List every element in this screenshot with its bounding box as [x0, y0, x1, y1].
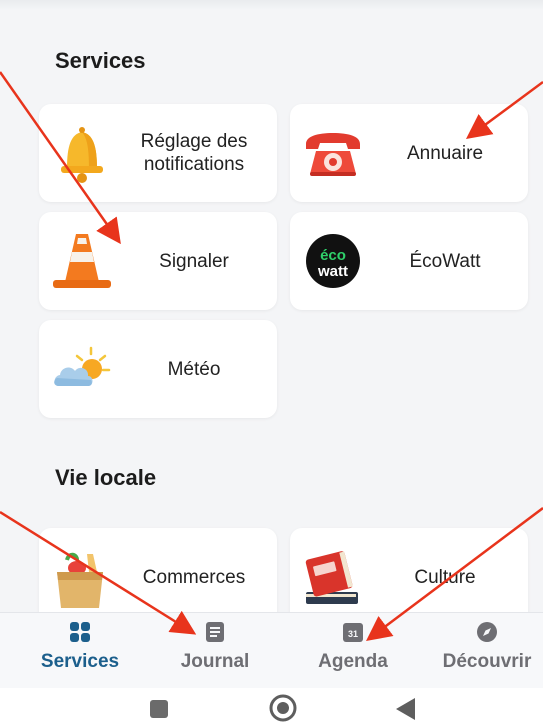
shopping-bag-icon — [57, 552, 103, 608]
home-circle-icon[interactable] — [268, 693, 298, 723]
back-triangle-icon[interactable] — [393, 696, 417, 722]
nav-item-journal[interactable]: Journal — [150, 613, 280, 689]
telephone-icon — [306, 133, 360, 176]
compass-icon — [477, 622, 497, 642]
stop-square-icon[interactable] — [148, 698, 170, 720]
svg-text:éco: éco — [320, 247, 346, 264]
weather-icon — [54, 346, 111, 386]
ecowatt-logo-icon: éco watt — [306, 234, 360, 288]
svg-text:watt: watt — [317, 263, 348, 280]
nav-label: Agenda — [318, 651, 388, 672]
grid-icon — [70, 622, 90, 642]
service-card-notifications[interactable]: Réglage des notifications — [39, 104, 277, 202]
books-icon — [305, 551, 358, 604]
bell-icon — [61, 127, 103, 183]
app-screen: Services Réglage des notifications Annua… — [0, 0, 543, 724]
service-card-label: ÉcoWatt — [409, 250, 481, 272]
nav-label: Découvrir — [442, 651, 532, 672]
service-card-label: Météo — [167, 358, 221, 380]
system-navigation-bar — [0, 688, 543, 724]
service-card-signaler[interactable]: Signaler — [39, 212, 277, 310]
service-card-label: Annuaire — [406, 142, 484, 164]
nav-label: Journal — [180, 651, 250, 672]
section-title-services: Services — [55, 48, 146, 73]
service-card-annuaire[interactable]: Annuaire — [290, 104, 528, 202]
calendar-badge: 31 — [348, 629, 358, 639]
calendar-icon: 31 — [343, 623, 363, 642]
section-title-vie-locale: Vie locale — [55, 465, 157, 490]
newspaper-icon — [206, 622, 224, 642]
traffic-cone-icon — [53, 234, 111, 288]
service-card-meteo[interactable]: Météo — [39, 320, 277, 418]
nav-label: Services — [40, 651, 120, 672]
nav-item-services[interactable]: Services — [15, 613, 145, 689]
nav-item-decouvrir[interactable]: Découvrir — [422, 613, 543, 689]
service-card-ecowatt[interactable]: éco watt ÉcoWatt — [290, 212, 528, 310]
service-card-label: Signaler — [159, 250, 229, 272]
service-card-label: Réglage des notifications — [140, 131, 248, 175]
nav-item-agenda[interactable]: 31 Agenda — [288, 613, 418, 689]
status-bar-edge — [0, 0, 543, 10]
bottom-navigation: Services Journal 31 Agenda Découvrir — [0, 612, 543, 688]
